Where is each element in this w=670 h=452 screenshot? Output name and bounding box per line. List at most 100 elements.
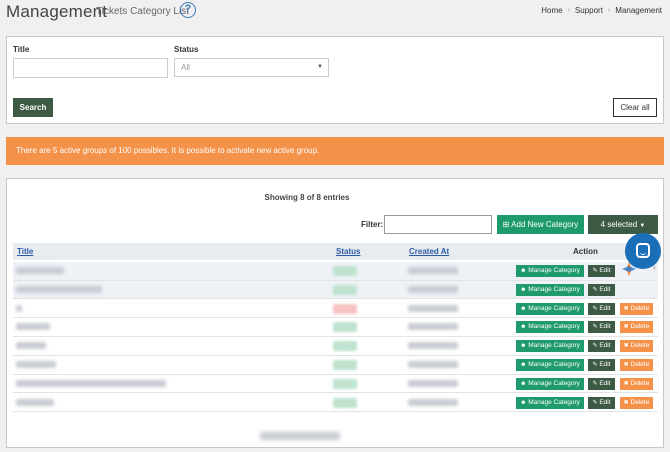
- edit-label: Edit: [599, 398, 611, 406]
- edit-icon: ✎: [592, 268, 598, 274]
- manage-category-button[interactable]: ☻ Manage Category: [516, 359, 584, 371]
- selected-dropdown-button[interactable]: 4 selected ▼: [588, 215, 658, 234]
- filter-label: Filter:: [361, 220, 384, 229]
- edit-icon: ✎: [592, 324, 598, 331]
- delete-button[interactable]: ✖ Delete: [620, 396, 653, 409]
- table-row[interactable]: ☻ Manage Category ✎ Edit ✖ Delete: [13, 337, 658, 356]
- table-row[interactable]: ☻ Manage Category ✎ Edit ✖ Delete: [13, 394, 658, 413]
- add-new-category-label: Add New Category: [511, 220, 579, 229]
- delete-button[interactable]: ✖ Delete: [620, 359, 653, 371]
- close-icon: ✖: [623, 380, 629, 387]
- table-row[interactable]: ☻ Manage Category ✎ Edit ✖ Delete: [13, 356, 658, 375]
- row-title[interactable]: [16, 342, 46, 350]
- edit-button[interactable]: ✎ Edit: [588, 283, 615, 296]
- edit-label: Edit: [599, 323, 611, 331]
- row-title[interactable]: [16, 398, 54, 406]
- user-add-icon: ☻: [520, 305, 527, 312]
- row-title[interactable]: [16, 323, 50, 331]
- status-label: Status: [174, 45, 199, 54]
- row-title[interactable]: [16, 285, 102, 293]
- table-row[interactable]: ☻ Manage Category ✎ Edit: [13, 262, 658, 281]
- row-title[interactable]: [16, 361, 56, 368]
- breadcrumb: Home › Support › Management: [541, 6, 662, 15]
- caret-down-icon: ▼: [317, 64, 323, 70]
- table-panel: Showing 8 of 8 entries Filter: ⊞ Add New…: [6, 178, 664, 448]
- row-created-at: [408, 361, 458, 368]
- table-row[interactable]: ☻ Manage Category ✎ Edit ✖ Delete: [13, 318, 658, 337]
- question-circle-icon[interactable]: ?: [180, 2, 196, 18]
- row-created-at: [408, 323, 458, 331]
- title-label: Title: [13, 45, 30, 54]
- close-icon: ✖: [623, 399, 629, 406]
- clear-all-button[interactable]: Clear all: [613, 98, 657, 117]
- status-badge: [333, 378, 357, 389]
- edit-button[interactable]: ✎ Edit: [588, 359, 615, 371]
- showing-entries-footer: [260, 432, 340, 440]
- delete-label: Delete: [630, 361, 650, 368]
- search-button[interactable]: Search: [13, 98, 53, 117]
- row-title[interactable]: [16, 267, 64, 274]
- page-title: Management: [6, 2, 108, 21]
- status-badge: [333, 322, 357, 333]
- row-title[interactable]: [16, 379, 166, 387]
- manage-category-button[interactable]: ☻ Manage Category: [516, 340, 584, 353]
- add-square-icon: ⊞: [502, 220, 510, 229]
- edit-label: Edit: [599, 361, 611, 368]
- edit-label: Edit: [599, 342, 611, 350]
- edit-icon: ✎: [592, 286, 598, 293]
- user-add-icon: ☻: [520, 399, 527, 406]
- manage-category-label: Manage Category: [528, 379, 580, 387]
- row-created-at: [408, 285, 458, 293]
- column-title[interactable]: Title: [17, 247, 33, 256]
- column-created-at[interactable]: Created At: [409, 247, 449, 256]
- user-add-icon: ☻: [520, 380, 527, 387]
- chevron-left-icon[interactable]: ‹: [653, 262, 656, 272]
- chat-bubble-icon: [636, 243, 650, 258]
- delete-label: Delete: [630, 398, 650, 406]
- delete-button[interactable]: ✖ Delete: [620, 321, 653, 334]
- manage-category-button[interactable]: ☻ Manage Category: [516, 396, 584, 409]
- breadcrumb-home[interactable]: Home: [541, 6, 562, 15]
- edit-button[interactable]: ✎ Edit: [588, 321, 615, 334]
- edit-icon: ✎: [592, 362, 598, 368]
- breadcrumb-support[interactable]: Support: [575, 6, 603, 15]
- edit-icon: ✎: [592, 380, 598, 387]
- edit-button[interactable]: ✎ Edit: [588, 302, 615, 315]
- delete-button[interactable]: ✖ Delete: [620, 340, 653, 353]
- filter-input[interactable]: [384, 215, 492, 234]
- title-input[interactable]: [13, 58, 168, 78]
- delete-label: Delete: [630, 304, 650, 312]
- row-title[interactable]: [16, 304, 22, 312]
- edit-icon: ✎: [592, 399, 598, 406]
- close-icon: ✖: [623, 343, 629, 350]
- edit-icon: ✎: [592, 343, 598, 350]
- table-header: Title Status Created At Action: [13, 243, 658, 260]
- manage-category-label: Manage Category: [528, 267, 580, 274]
- delete-label: Delete: [630, 323, 650, 331]
- status-select[interactable]: All ▼: [174, 58, 329, 77]
- edit-button[interactable]: ✎ Edit: [588, 265, 615, 277]
- delete-label: Delete: [630, 379, 650, 387]
- manage-category-button[interactable]: ☻ Manage Category: [516, 283, 584, 296]
- user-add-icon: ☻: [520, 268, 527, 274]
- row-created-at: [408, 304, 458, 312]
- brand-logo-icon: [622, 262, 636, 276]
- manage-category-button[interactable]: ☻ Manage Category: [516, 377, 584, 390]
- column-action: Action: [573, 247, 598, 256]
- edit-button[interactable]: ✎ Edit: [588, 340, 615, 353]
- edit-label: Edit: [599, 304, 611, 312]
- add-new-category-button[interactable]: ⊞ Add New Category: [497, 215, 584, 234]
- delete-button[interactable]: ✖ Delete: [620, 377, 653, 390]
- filter-panel: Title Status All ▼ Search Clear all: [6, 36, 664, 124]
- edit-button[interactable]: ✎ Edit: [588, 396, 615, 409]
- page-subtitle: Tickets Category List: [96, 6, 189, 17]
- manage-category-button[interactable]: ☻ Manage Category: [516, 302, 584, 315]
- delete-button[interactable]: ✖ Delete: [620, 302, 653, 315]
- table-row[interactable]: ☻ Manage Category ✎ Edit ✖ Delete: [13, 375, 658, 394]
- table-row[interactable]: ☻ Manage Category ✎ Edit ✖ Delete: [13, 300, 658, 319]
- edit-button[interactable]: ✎ Edit: [588, 377, 615, 390]
- table-row[interactable]: ☻ Manage Category ✎ Edit: [13, 280, 658, 300]
- column-status[interactable]: Status: [336, 247, 360, 256]
- manage-category-button[interactable]: ☻ Manage Category: [516, 265, 584, 277]
- manage-category-button[interactable]: ☻ Manage Category: [516, 321, 584, 334]
